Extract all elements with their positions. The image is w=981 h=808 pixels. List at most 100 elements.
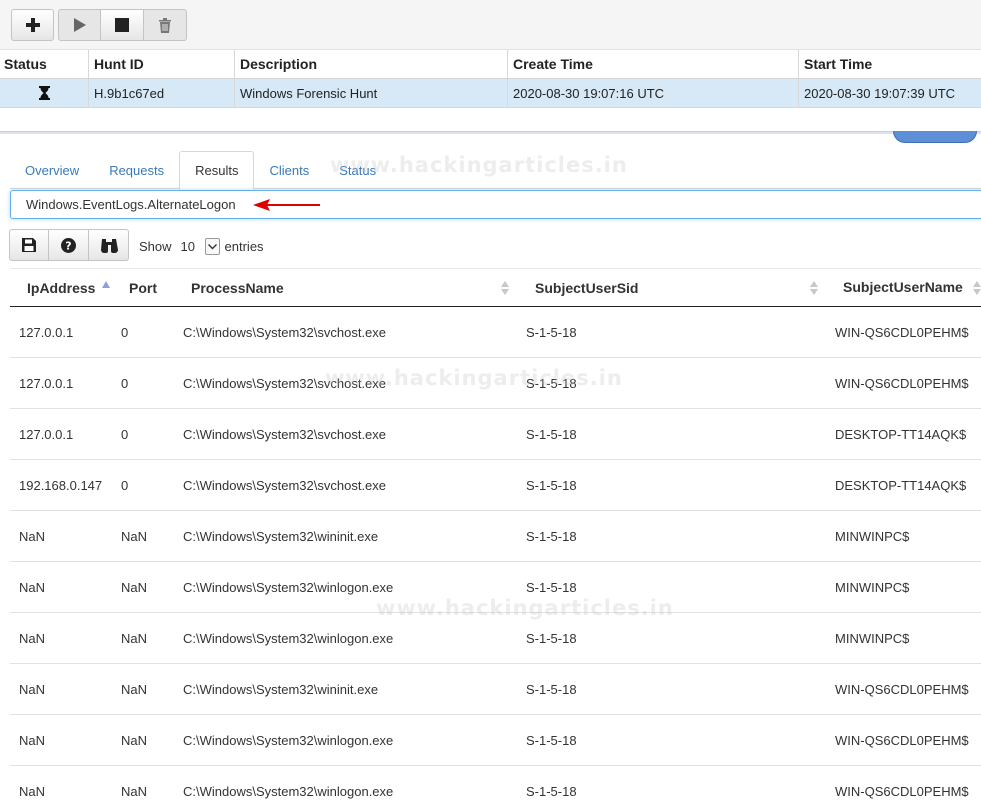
hourglass-icon — [38, 86, 50, 100]
sort-ascending-icon — [102, 281, 111, 288]
page-size-select[interactable]: 10 — [181, 238, 220, 255]
tab-results[interactable]: Results — [179, 151, 255, 190]
port-cell: 0 — [121, 477, 129, 493]
delete-hunt-button[interactable] — [144, 9, 187, 41]
table-row[interactable]: 127.0.0.1 0 C:\Windows\System32\svchost.ex… — [10, 358, 981, 409]
ip-cell: NaN — [19, 732, 46, 748]
binoculars-icon — [100, 238, 118, 253]
process-name-cell: C:\Windows\System32\wininit.exe — [183, 528, 379, 544]
artifact-select[interactable]: Windows.EventLogs.AlternateLogon — [10, 190, 981, 219]
tab-overview[interactable]: Overview — [10, 151, 94, 189]
play-icon — [73, 18, 86, 32]
subject-user-name-cell: WIN-QS6CDL0PEHM$ — [835, 783, 969, 799]
run-hunt-button[interactable] — [58, 9, 101, 41]
column-header-subjectusername[interactable]: SubjectUserName — [826, 269, 981, 306]
column-header-subjectusersid[interactable]: SubjectUserSid — [517, 269, 826, 306]
hunt-id-cell: H.9b1c67ed — [89, 79, 235, 107]
column-header-label: IpAddress — [27, 279, 96, 296]
hunts-table-header: Status Hunt ID Description Create Time S… — [0, 50, 981, 79]
port-cell: NaN — [121, 630, 148, 646]
results-table: IpAddress Port ProcessName SubjectUserSi… — [10, 268, 981, 808]
subject-user-sid-cell: S-1-5-18 — [526, 375, 577, 391]
ip-cell: 127.0.0.1 — [19, 375, 74, 391]
table-row[interactable]: 127.0.0.1 0 C:\Windows\System32\svchost.ex… — [10, 409, 981, 460]
subject-user-name-cell: DESKTOP-TT14AQK$ — [835, 426, 967, 442]
subject-user-sid-cell: S-1-5-18 — [526, 426, 577, 442]
splitter-handle[interactable] — [893, 131, 977, 143]
column-header-label: SubjectUserSid — [535, 279, 639, 296]
ip-cell: NaN — [19, 528, 46, 544]
table-row[interactable]: NaN NaN C:\Windows\System32\winlogon.exe S-… — [10, 766, 981, 808]
help-button[interactable]: ? — [49, 229, 89, 261]
subject-user-sid-cell: S-1-5-18 — [526, 681, 577, 697]
pane-splitter[interactable] — [0, 131, 981, 134]
show-label: Show — [139, 239, 172, 254]
tab-requests[interactable]: Requests — [94, 151, 179, 189]
port-cell: NaN — [121, 528, 148, 544]
column-header-label: ProcessName — [191, 279, 284, 296]
port-cell: NaN — [121, 681, 148, 697]
process-name-cell: C:\Windows\System32\svchost.exe — [183, 375, 387, 391]
chevron-down-icon — [207, 243, 217, 249]
column-header-status[interactable]: Status — [0, 50, 89, 78]
ip-cell: NaN — [19, 783, 46, 799]
hunt-status-cell — [0, 79, 89, 107]
save-results-button[interactable] — [9, 229, 49, 261]
stop-hunt-button[interactable] — [101, 9, 144, 41]
help-icon: ? — [61, 237, 76, 253]
column-header-start-time[interactable]: Start Time — [799, 50, 981, 78]
port-cell: NaN — [121, 579, 148, 595]
process-name-cell: C:\Windows\System32\wininit.exe — [183, 681, 379, 697]
table-row[interactable]: NaN NaN C:\Windows\System32\winlogon.exe S-… — [10, 613, 981, 664]
dropdown-button[interactable] — [204, 238, 220, 255]
column-header-processname[interactable]: ProcessName — [174, 269, 517, 306]
ip-cell: NaN — [19, 579, 46, 595]
process-name-cell: C:\Windows\System32\winlogon.exe — [183, 783, 394, 799]
results-table-body: 127.0.0.1 0 C:\Windows\System32\svchost.ex… — [10, 307, 981, 808]
column-header-port[interactable]: Port — [112, 269, 174, 306]
hunt-toolbar — [0, 0, 981, 50]
svg-text:?: ? — [65, 239, 71, 252]
table-row[interactable]: NaN NaN C:\Windows\System32\wininit.exe S-1… — [10, 664, 981, 715]
ip-cell: 127.0.0.1 — [19, 426, 74, 442]
inspect-button[interactable] — [89, 229, 129, 261]
subject-user-sid-cell: S-1-5-18 — [526, 477, 577, 493]
new-hunt-button[interactable] — [11, 9, 54, 41]
column-header-create-time[interactable]: Create Time — [508, 50, 799, 78]
process-name-cell: C:\Windows\System32\svchost.exe — [183, 426, 387, 442]
process-name-cell: C:\Windows\System32\svchost.exe — [183, 324, 387, 340]
table-row[interactable]: 127.0.0.1 0 C:\Windows\System32\svchost.ex… — [10, 307, 981, 358]
trash-icon — [159, 17, 171, 33]
subject-user-name-cell: MINWINPC$ — [835, 528, 910, 544]
tab-status[interactable]: Status — [324, 151, 391, 189]
table-row[interactable]: NaN NaN C:\Windows\System32\wininit.exe S-1… — [10, 511, 981, 562]
process-name-cell: C:\Windows\System32\winlogon.exe — [183, 732, 394, 748]
subject-user-sid-cell: S-1-5-18 — [526, 630, 577, 646]
table-row[interactable]: NaN NaN C:\Windows\System32\winlogon.exe S-… — [10, 562, 981, 613]
ip-cell: NaN — [19, 681, 46, 697]
subject-user-name-cell: WIN-QS6CDL0PEHM$ — [835, 324, 969, 340]
hunt-start-time-cell: 2020-08-30 19:07:39 UTC — [804, 85, 956, 101]
sort-both-icon — [973, 281, 981, 295]
stop-icon — [115, 18, 129, 32]
process-name-cell: C:\Windows\System32\winlogon.exe — [183, 630, 394, 646]
subject-user-sid-cell: S-1-5-18 — [526, 579, 577, 595]
table-row[interactable]: 192.168.0.147 0 C:\Windows\System32\svchos… — [10, 460, 981, 511]
save-icon — [22, 238, 36, 252]
process-name-cell: C:\Windows\System32\svchost.exe — [183, 477, 387, 493]
sort-both-icon — [810, 281, 818, 295]
hunt-description-cell: Windows Forensic Hunt — [235, 79, 508, 107]
tab-clients[interactable]: Clients — [254, 151, 324, 189]
page-size-value: 10 — [180, 239, 195, 254]
table-row[interactable]: NaN NaN C:\Windows\System32\winlogon.exe S-… — [10, 715, 981, 766]
hunt-row-selected[interactable]: H.9b1c67ed Windows Forensic Hunt 2020-08… — [0, 79, 981, 108]
column-header-hunt-id[interactable]: Hunt ID — [89, 50, 235, 78]
column-header-label: SubjectUserName — [843, 279, 963, 295]
subject-user-sid-cell: S-1-5-18 — [526, 783, 577, 799]
plus-icon — [25, 18, 40, 32]
hunts-table: Status Hunt ID Description Create Time S… — [0, 50, 981, 108]
subject-user-name-cell: WIN-QS6CDL0PEHM$ — [835, 732, 969, 748]
ip-cell: NaN — [19, 630, 46, 646]
column-header-description[interactable]: Description — [235, 50, 508, 78]
column-header-ipaddress[interactable]: IpAddress — [10, 269, 112, 306]
